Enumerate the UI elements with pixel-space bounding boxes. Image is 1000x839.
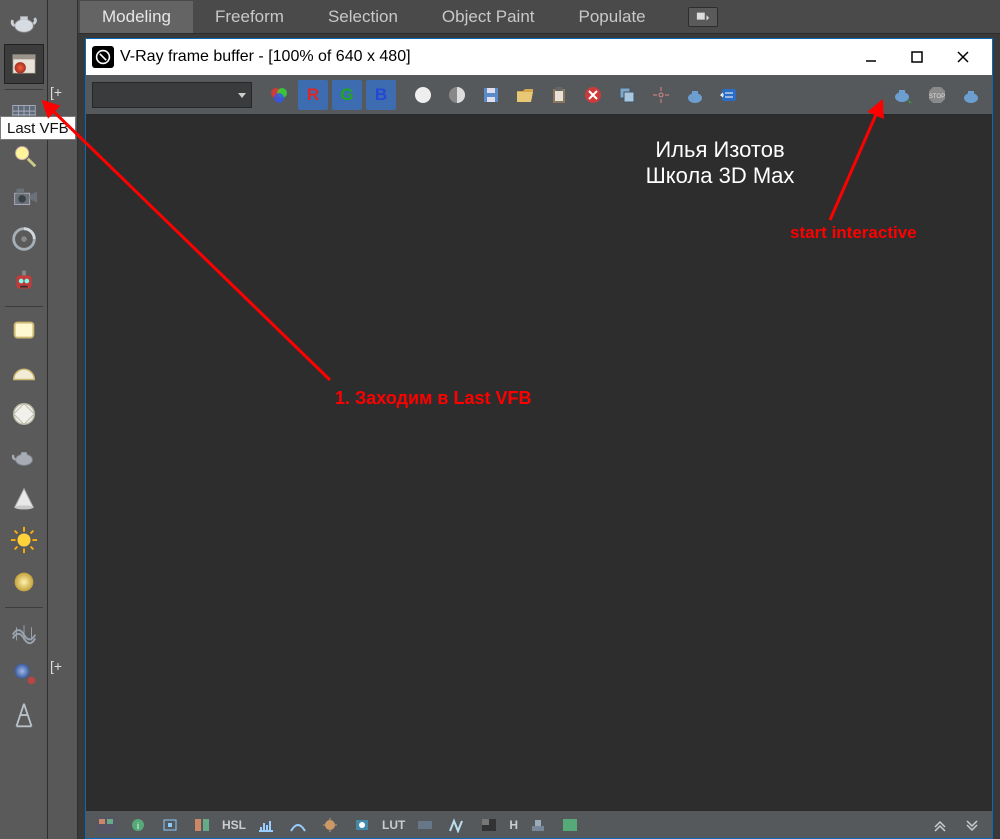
region-icon[interactable] <box>646 80 676 110</box>
vfb-toolbar: R G B STOP <box>86 75 992 115</box>
vfb-bottom-toolbar: i HSL LUT H <box>86 810 992 838</box>
channel-b-button[interactable]: B <box>366 80 396 110</box>
bottom-icc-icon[interactable] <box>445 815 469 835</box>
maximize-button[interactable] <box>894 42 940 72</box>
save-icon[interactable] <box>476 80 506 110</box>
clear-icon[interactable] <box>578 80 608 110</box>
robot-icon[interactable] <box>4 261 44 301</box>
tab-freeform[interactable]: Freeform <box>193 1 306 33</box>
duplicate-icon[interactable] <box>612 80 642 110</box>
dome-icon[interactable] <box>4 352 44 392</box>
bottom-pixel-icon[interactable] <box>158 815 182 835</box>
ribbon-flyout-button[interactable] <box>688 7 718 27</box>
channel-r-button[interactable]: R <box>298 80 328 110</box>
hsl-label[interactable]: HSL <box>222 818 246 832</box>
channel-g-button[interactable]: G <box>332 80 362 110</box>
start-interactive-icon[interactable] <box>888 80 918 110</box>
bottom-whitebalance-icon[interactable] <box>350 815 374 835</box>
bottom-bg-icon[interactable] <box>477 815 501 835</box>
tab-selection[interactable]: Selection <box>306 1 420 33</box>
close-button[interactable] <box>940 42 986 72</box>
tab-modeling[interactable]: Modeling <box>80 1 193 33</box>
sun-soft-icon[interactable] <box>4 562 44 602</box>
viewport-bracket-2[interactable]: [+ <box>50 658 62 674</box>
lut-label[interactable]: LUT <box>382 818 405 832</box>
mono-icon[interactable] <box>408 80 438 110</box>
light-icon[interactable] <box>4 135 44 175</box>
bottom-expand-up-icon[interactable] <box>928 815 952 835</box>
sphere-icon[interactable] <box>4 394 44 434</box>
proxy-icon[interactable] <box>4 653 44 693</box>
plane-light-icon[interactable] <box>4 310 44 350</box>
tab-object-paint[interactable]: Object Paint <box>420 1 557 33</box>
bottom-colorpicker-icon[interactable] <box>94 815 118 835</box>
open-icon[interactable] <box>510 80 540 110</box>
svg-text:STOP: STOP <box>929 94 945 100</box>
bottom-srgb-icon[interactable] <box>558 815 582 835</box>
bottom-exposure-icon[interactable] <box>318 815 342 835</box>
teapot2-icon[interactable] <box>4 436 44 476</box>
bottom-compare-icon[interactable] <box>190 815 214 835</box>
svg-text:i: i <box>137 821 139 831</box>
vray-frame-buffer-icon[interactable] <box>4 44 44 84</box>
tab-populate[interactable]: Populate <box>557 1 668 33</box>
stop-icon[interactable]: STOP <box>922 80 952 110</box>
cone-icon[interactable] <box>4 478 44 518</box>
vray-frame-buffer-window: V-Ray frame buffer - [100% of 640 x 480]… <box>85 38 993 839</box>
camera-icon[interactable] <box>4 177 44 217</box>
physical-camera-icon[interactable] <box>4 219 44 259</box>
main-ribbon: Modeling Freeform Selection Object Paint… <box>78 0 1000 34</box>
history-icon[interactable] <box>714 80 744 110</box>
bottom-curve-icon[interactable] <box>286 815 310 835</box>
sun-icon[interactable] <box>4 520 44 560</box>
bottom-expand-down-icon[interactable] <box>960 815 984 835</box>
bottom-ocio-icon[interactable] <box>413 815 437 835</box>
bottom-stamp-icon[interactable] <box>526 815 550 835</box>
vray-logo-icon <box>92 46 114 68</box>
vfb-titlebar[interactable]: V-Ray frame buffer - [100% of 640 x 480] <box>86 39 992 75</box>
render-last-icon[interactable] <box>956 80 986 110</box>
minimize-button[interactable] <box>848 42 894 72</box>
ies-icon[interactable] <box>4 695 44 735</box>
vfb-render-canvas[interactable] <box>86 115 992 810</box>
render-teapot-icon[interactable] <box>680 80 710 110</box>
bottom-info-icon[interactable]: i <box>126 815 150 835</box>
mesh-icon[interactable] <box>4 611 44 651</box>
teapot-icon[interactable] <box>4 2 44 42</box>
bottom-levels-icon[interactable] <box>254 815 278 835</box>
last-vfb-tooltip: Last VFB <box>0 116 76 140</box>
h-label[interactable]: H <box>509 818 518 832</box>
alpha-icon[interactable] <box>442 80 472 110</box>
viewport-bracket-1[interactable]: [+ <box>50 84 62 100</box>
rgb-all-icon[interactable] <box>264 80 294 110</box>
channel-dropdown[interactable] <box>92 82 252 108</box>
clipboard-icon[interactable] <box>544 80 574 110</box>
vfb-title-text: V-Ray frame buffer - [100% of 640 x 480] <box>120 48 411 66</box>
